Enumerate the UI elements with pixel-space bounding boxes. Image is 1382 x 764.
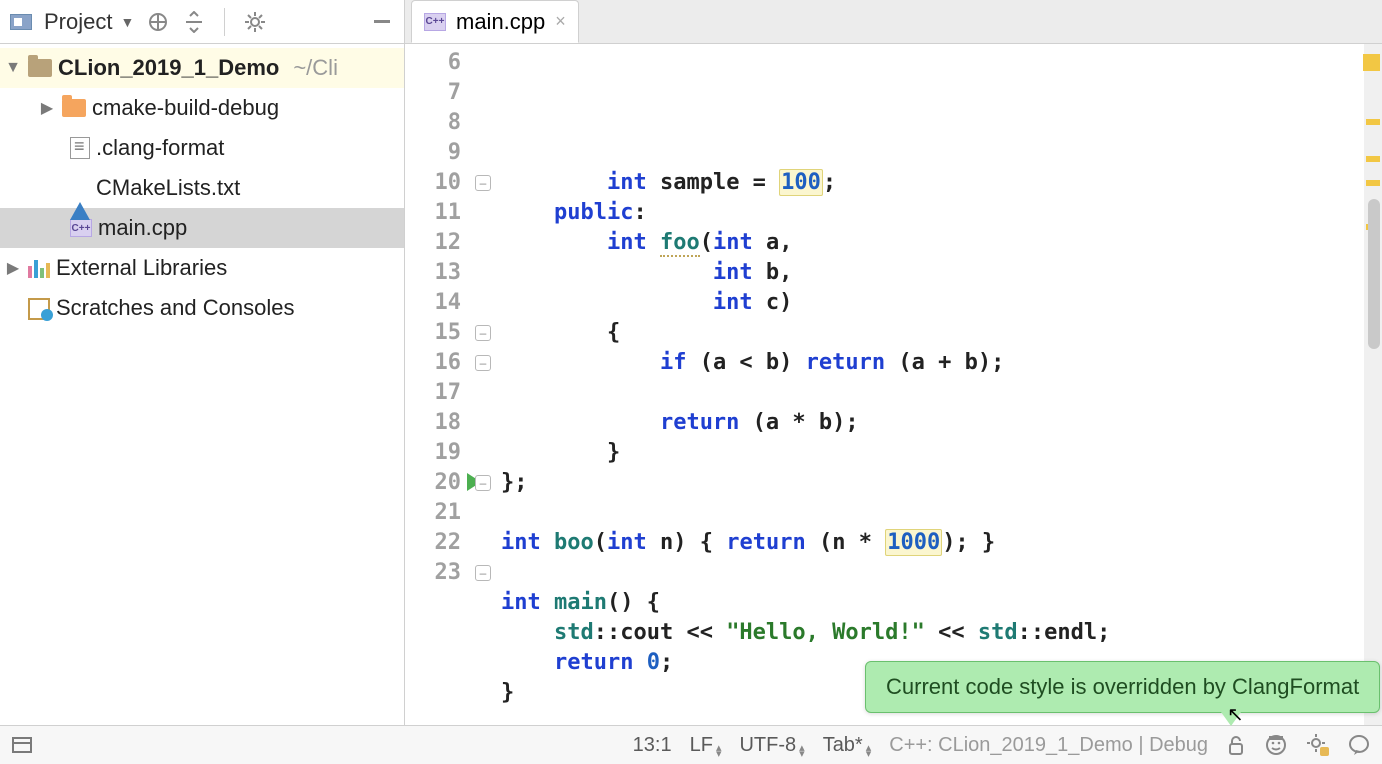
tree-root-label: CLion_2019_1_Demo [58, 55, 279, 81]
status-caret-pos[interactable]: 13:1 [633, 734, 672, 757]
tree-item-label: External Libraries [56, 255, 227, 281]
project-tree: ▼ CLion_2019_1_Demo ~/Cli ▶ cmake-build-… [0, 44, 404, 725]
project-sidebar: Project ▼ ▼ CLion_2019_1_Demo ~/Cli [0, 0, 405, 725]
fold-icon[interactable]: – [475, 175, 491, 191]
editor-tab-bar: C++ main.cpp × [405, 0, 1382, 44]
sidebar-header: Project ▼ [0, 0, 404, 44]
line-number: 21 [405, 498, 461, 528]
tree-item-main-cpp[interactable]: C++ main.cpp [0, 208, 404, 248]
warning-marker-icon[interactable] [1366, 180, 1380, 186]
chevron-down-icon[interactable]: ▼ [120, 14, 134, 30]
line-number: 22 [405, 528, 461, 558]
line-number: 19 [405, 438, 461, 468]
fold-icon[interactable]: – [475, 475, 491, 491]
error-stripe[interactable] [1364, 44, 1382, 725]
line-number: 20 [405, 468, 461, 498]
tree-item-scratch[interactable]: Scratches and Consoles [0, 288, 404, 328]
editor-area: C++ main.cpp × 6789101112131415161718192… [405, 0, 1382, 725]
cpp-file-icon: C++ [424, 13, 446, 31]
status-line-ending[interactable]: LF▴▾ [690, 734, 722, 757]
line-number: 13 [405, 258, 461, 288]
code-editor[interactable]: 67891011121314151617181920212223 – – – –… [405, 44, 1382, 725]
gear-badge-icon[interactable] [1306, 733, 1330, 757]
close-icon[interactable]: × [555, 11, 566, 32]
warning-marker-icon[interactable] [1363, 54, 1380, 71]
separator [224, 8, 225, 36]
tree-item-label: CMakeLists.txt [96, 175, 240, 201]
project-view-icon [10, 14, 32, 30]
status-bar: 13:1 LF▴▾ UTF-8▴▾ Tab*▴▾ C++: CLion_2019… [0, 725, 1382, 764]
scrollbar-thumb[interactable] [1368, 199, 1380, 349]
notifications-icon[interactable] [1348, 734, 1370, 756]
tab-label: main.cpp [456, 9, 545, 35]
tree-item-extlib[interactable]: ▶ External Libraries [0, 248, 404, 288]
warning-marker-icon[interactable] [1366, 119, 1380, 125]
line-number: 14 [405, 288, 461, 318]
line-number: 6 [405, 48, 461, 78]
tree-item-label: cmake-build-debug [92, 95, 279, 121]
status-indent[interactable]: Tab*▴▾ [823, 734, 872, 757]
inspector-icon[interactable] [1264, 733, 1288, 757]
chevron-right-icon[interactable]: ▶ [38, 98, 56, 118]
warning-marker-icon[interactable] [1366, 156, 1380, 162]
tree-item-cmake-build[interactable]: ▶ cmake-build-debug [0, 88, 404, 128]
external-libraries-icon [28, 258, 50, 278]
line-number: 10 [405, 168, 461, 198]
line-number: 18 [405, 408, 461, 438]
tree-item-label: .clang-format [96, 135, 224, 161]
folder-icon [28, 59, 52, 77]
lock-icon[interactable] [1226, 734, 1246, 756]
cpp-file-icon: C++ [70, 219, 92, 237]
fold-icon[interactable]: – [475, 565, 491, 581]
tree-item-label: Scratches and Consoles [56, 295, 294, 321]
tree-item-cmakelists[interactable]: CMakeLists.txt [0, 168, 404, 208]
hide-icon[interactable] [370, 10, 394, 34]
cursor-icon: ↖ [1227, 702, 1244, 727]
tree-item-clang-format[interactable]: .clang-format [0, 128, 404, 168]
line-number: 8 [405, 108, 461, 138]
fold-icon[interactable]: – [475, 355, 491, 371]
gear-icon[interactable] [243, 10, 267, 34]
fold-icon[interactable]: – [475, 325, 491, 341]
line-number: 11 [405, 198, 461, 228]
line-number: 15 [405, 318, 461, 348]
line-number: 7 [405, 78, 461, 108]
file-icon [70, 137, 90, 159]
code-content[interactable]: int sample = 100; public: int foo(int a,… [501, 44, 1364, 725]
tool-windows-icon[interactable] [12, 737, 32, 753]
tree-root[interactable]: ▼ CLion_2019_1_Demo ~/Cli [0, 48, 404, 88]
fold-column: – – – – – [471, 44, 501, 725]
line-number: 23 [405, 558, 461, 588]
collapse-target-icon[interactable] [146, 10, 170, 34]
expand-collapse-icon[interactable] [182, 10, 206, 34]
line-number: 17 [405, 378, 461, 408]
project-view-label[interactable]: Project [44, 9, 112, 35]
line-number: 16 [405, 348, 461, 378]
tree-item-label: main.cpp [98, 215, 187, 241]
status-encoding[interactable]: UTF-8▴▾ [739, 734, 804, 757]
chevron-right-icon[interactable]: ▶ [4, 258, 22, 278]
editor-tab-main-cpp[interactable]: C++ main.cpp × [411, 0, 579, 43]
line-number: 12 [405, 228, 461, 258]
chevron-down-icon[interactable]: ▼ [4, 59, 22, 77]
folder-icon [62, 99, 86, 117]
line-gutter: 67891011121314151617181920212223 [405, 44, 471, 725]
clangformat-tooltip: Current code style is overridden by Clan… [865, 661, 1380, 713]
line-number: 9 [405, 138, 461, 168]
tree-root-path: ~/Cli [293, 55, 338, 81]
status-run-config[interactable]: C++: CLion_2019_1_Demo | Debug [889, 734, 1208, 757]
cmake-icon [70, 177, 90, 199]
scratches-icon [28, 298, 50, 318]
